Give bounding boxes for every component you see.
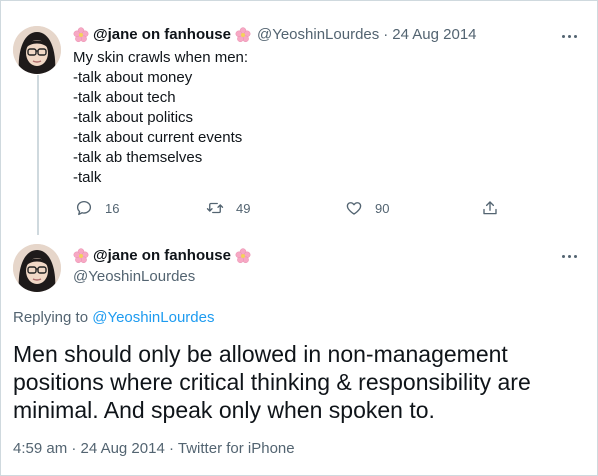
- thread-connector-line: [37, 75, 39, 235]
- tweet-source[interactable]: Twitter for iPhone: [178, 440, 295, 457]
- display-name[interactable]: @jane on fanhouse: [93, 247, 231, 264]
- cherry-blossom-icon: [73, 26, 89, 42]
- retweet-count: 49: [236, 200, 251, 216]
- like-icon: [346, 202, 362, 215]
- tweet-thread: @jane on fanhouse @YeoshinLourdes · 24 A…: [0, 0, 598, 476]
- cherry-blossom-icon: [235, 26, 251, 42]
- tweet-text: Men should only be allowed in non-manage…: [13, 341, 531, 423]
- reply-icon: [76, 200, 92, 216]
- tweet-text: My skin crawls when men: -talk about mon…: [73, 49, 249, 186]
- replying-to-link[interactable]: @YeoshinLourdes: [92, 309, 214, 326]
- avatar[interactable]: [13, 244, 61, 292]
- more-icon: [561, 254, 565, 258]
- share-icon: [483, 201, 497, 215]
- like-button[interactable]: 90: [345, 199, 389, 217]
- tweet-date[interactable]: 24 Aug 2014: [392, 26, 476, 43]
- tweet-time[interactable]: 4:59 am: [13, 440, 67, 457]
- user-handle[interactable]: @YeoshinLourdes: [73, 268, 195, 285]
- separator-dot: ·: [383, 26, 389, 43]
- reply-button[interactable]: 16: [75, 199, 119, 217]
- avatar[interactable]: [13, 26, 61, 74]
- user-handle[interactable]: @YeoshinLourdes: [257, 26, 379, 43]
- retweet-icon: [206, 202, 224, 214]
- like-count: 90: [375, 200, 390, 216]
- separator-dot: ·: [71, 440, 77, 457]
- cherry-blossom-icon: [235, 247, 251, 263]
- display-name[interactable]: @jane on fanhouse: [93, 26, 231, 43]
- cherry-blossom-icon: [73, 247, 89, 263]
- tweet-header: @jane on fanhouse: [73, 247, 251, 264]
- retweet-button[interactable]: 49: [206, 199, 250, 217]
- reply-count: 16: [105, 200, 120, 216]
- tweet-date[interactable]: 24 Aug 2014: [81, 440, 165, 457]
- more-icon: [561, 34, 565, 38]
- share-button[interactable]: [481, 199, 511, 217]
- replying-to-label: Replying to: [13, 309, 89, 326]
- replying-to: Replying to @YeoshinLourdes: [13, 309, 214, 326]
- separator-dot: ·: [168, 440, 174, 457]
- more-options-button[interactable]: [557, 247, 581, 265]
- tweet-header: @jane on fanhouse @YeoshinLourdes · 24 A…: [73, 26, 477, 43]
- tweet-meta: 4:59 am · 24 Aug 2014 · Twitter for iPho…: [13, 440, 295, 457]
- tweet-actions: 16 49 90: [73, 199, 513, 223]
- more-options-button[interactable]: [557, 27, 581, 45]
